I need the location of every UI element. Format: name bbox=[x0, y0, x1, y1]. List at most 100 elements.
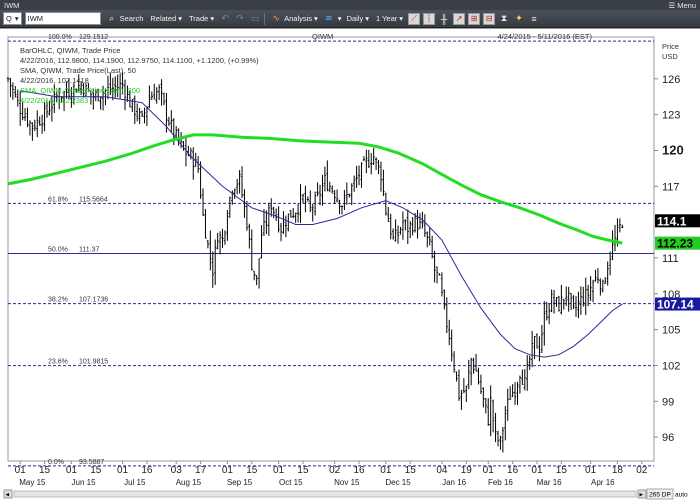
x-tick-label: 19 bbox=[461, 465, 473, 476]
legend-line: BarOHLC, QIWM, Trade Price bbox=[20, 46, 120, 55]
fib-level-price: 101.9815 bbox=[79, 359, 108, 366]
y-tick-label: 111 bbox=[662, 253, 679, 265]
symbol-type-select[interactable]: Q ▾ bbox=[3, 12, 22, 25]
x-month-label: Jun 15 bbox=[72, 478, 97, 487]
y-tick-label: 117 bbox=[662, 181, 680, 193]
x-axis: 01 15 01 15 01 16 03 17 01 15 01 15 02 16 01 15 04 19 01 16… bbox=[15, 461, 648, 487]
fib-level-percent: 100.0% bbox=[48, 34, 72, 41]
chevron-down-icon: ▾ bbox=[399, 14, 404, 23]
toolbar-divider bbox=[264, 12, 266, 25]
auto-scale-label[interactable]: auto bbox=[675, 492, 688, 499]
chart-date-range: 4/24/2015 - 5/11/2016 (EST) bbox=[497, 32, 592, 41]
legend-line: 4/22/2016, 107.1418 bbox=[20, 76, 89, 85]
x-tick-label: 01 bbox=[380, 465, 392, 476]
x-tick-label: 15 bbox=[556, 465, 568, 476]
y-tick-label: 120 bbox=[662, 142, 684, 157]
fib-level-price: 115.5664 bbox=[79, 196, 108, 203]
menu-button[interactable]: ☰ Menu bbox=[669, 1, 697, 10]
ohlc-chart-icon[interactable]: ┆ bbox=[423, 12, 436, 25]
x-month-label: May 15 bbox=[19, 478, 46, 487]
redo-icon[interactable]: ↷ bbox=[234, 13, 246, 25]
x-month-label: Nov 15 bbox=[334, 478, 360, 487]
x-month-label: Jan 16 bbox=[442, 478, 467, 487]
fib-level-percent: 0.0% bbox=[48, 459, 64, 466]
x-tick-label: 01 bbox=[273, 465, 285, 476]
x-tick-label: 15 bbox=[39, 465, 51, 476]
x-tick-label: 16 bbox=[353, 465, 365, 476]
compare-icon[interactable]: ╫ bbox=[438, 13, 450, 25]
x-tick-label: 15 bbox=[405, 465, 417, 476]
hourglass-icon[interactable]: ⧗ bbox=[498, 13, 510, 25]
y-tick-label: 105 bbox=[662, 325, 680, 337]
analysis-button[interactable]: ∿ Analysis ▾ bbox=[268, 12, 320, 26]
plot-border bbox=[7, 36, 655, 462]
x-tick-label: 18 bbox=[612, 465, 624, 476]
scroll-right-icon: ▸ bbox=[640, 492, 644, 499]
horizontal-scrollbar[interactable] bbox=[13, 490, 637, 498]
y-tick-label: 102 bbox=[662, 360, 680, 372]
legend-line: 4/22/2016, 112.9800, 114.1900, 112.9750,… bbox=[20, 56, 259, 65]
folder-icon[interactable]: ▭ bbox=[249, 13, 261, 25]
zoom-in-icon[interactable]: ⊞ bbox=[468, 12, 481, 25]
related-button[interactable]: Related ▾ bbox=[148, 12, 184, 26]
symbol-input[interactable]: IWM bbox=[24, 12, 101, 25]
chart-symbol-label: QIWM bbox=[312, 32, 333, 41]
window-titlebar: IWM ☰ Menu bbox=[0, 0, 700, 10]
undo-icon[interactable]: ↶ bbox=[219, 13, 231, 25]
symbol-input-value: IWM bbox=[27, 14, 44, 23]
y-tick-label: 123 bbox=[662, 110, 680, 122]
search-button[interactable]: ⌕ Search bbox=[104, 12, 146, 26]
x-tick-label: 01 bbox=[483, 465, 495, 476]
x-month-label: Apr 16 bbox=[591, 478, 615, 487]
related-label: Related bbox=[150, 14, 177, 23]
fib-level-percent: 23.6% bbox=[48, 359, 68, 366]
period-select[interactable]: Daily ▾ bbox=[345, 12, 371, 26]
analysis-wave-icon: ∿ bbox=[272, 13, 280, 23]
chevron-down-icon: ▾ bbox=[337, 14, 342, 23]
x-month-label: Oct 15 bbox=[279, 478, 303, 487]
fib-level-price: 107.1736 bbox=[79, 297, 108, 304]
search-label: Search bbox=[119, 14, 144, 23]
legend-line: 4/22/2016, 112.2383 bbox=[20, 96, 88, 105]
menu-icon: ☰ bbox=[668, 0, 676, 10]
chart-area[interactable]: 100.0% 129.1512 61.8% 115.5664 50.0% 111.37 38… bbox=[0, 28, 700, 502]
x-tick-label: 02 bbox=[636, 465, 648, 476]
x-tick-label: 01 bbox=[66, 465, 78, 476]
x-tick-label: 15 bbox=[246, 465, 258, 476]
studies-icon[interactable]: ≋ bbox=[323, 13, 335, 25]
menu-label: Menu bbox=[677, 0, 696, 10]
search-icon: ⌕ bbox=[109, 13, 115, 23]
fib-level-price: 111.37 bbox=[79, 247, 99, 254]
x-tick-label: 01 bbox=[531, 465, 543, 476]
bulb-icon[interactable]: ✦ bbox=[513, 13, 525, 25]
chevron-down-icon: ▾ bbox=[178, 14, 182, 23]
range-select[interactable]: 1 Year ▾ bbox=[374, 12, 405, 26]
trend-icon[interactable]: ↗ bbox=[453, 12, 466, 25]
chevron-down-icon: ▾ bbox=[14, 14, 19, 23]
price-chart[interactable]: 100.0% 129.1512 61.8% 115.5664 50.0% 111.37 38… bbox=[0, 29, 700, 502]
line-chart-icon[interactable]: ⟋ bbox=[408, 12, 421, 25]
zoom-level-label: 265 DP bbox=[649, 492, 671, 499]
x-tick-label: 03 bbox=[171, 465, 183, 476]
ruler-icon[interactable]: ≡ bbox=[528, 13, 540, 25]
range-label: 1 Year bbox=[376, 14, 398, 23]
chevron-down-icon: ▾ bbox=[314, 14, 318, 23]
last-value-label: 114.1 bbox=[657, 214, 687, 228]
x-month-label: Aug 15 bbox=[176, 478, 202, 487]
period-label: Daily bbox=[346, 14, 364, 23]
y-tick-label: 99 bbox=[662, 396, 674, 408]
x-month-label: Jul 15 bbox=[124, 478, 146, 487]
trade-button[interactable]: Trade ▾ bbox=[187, 12, 216, 26]
y-tick-label: 126 bbox=[662, 74, 680, 86]
zoom-out-icon[interactable]: ⊟ bbox=[483, 12, 496, 25]
fib-level-percent: 61.8% bbox=[48, 196, 68, 203]
symbol-type-value: Q bbox=[6, 14, 12, 23]
last-value-label: 112.23 bbox=[657, 237, 693, 251]
x-tick-label: 01 bbox=[222, 465, 234, 476]
x-tick-label: 02 bbox=[329, 465, 341, 476]
x-tick-label: 01 bbox=[117, 465, 129, 476]
fib-level-price: 129.1512 bbox=[79, 34, 108, 41]
fib-level-percent: 50.0% bbox=[48, 247, 68, 254]
price-axis-label: Price bbox=[662, 42, 679, 51]
window-title: IWM bbox=[4, 0, 20, 10]
